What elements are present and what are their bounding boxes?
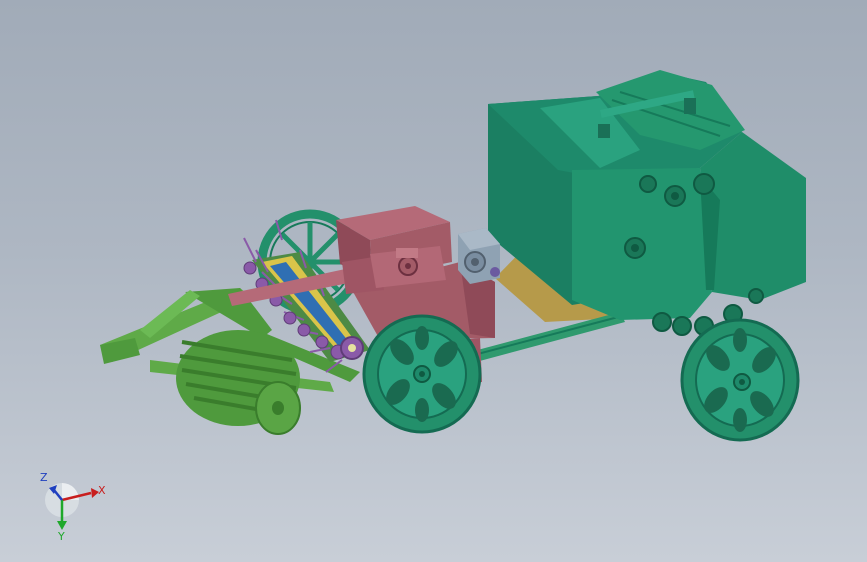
front-roller[interactable] xyxy=(176,330,301,435)
right-wheel[interactable] xyxy=(680,318,800,442)
coordinate-triad-icon: X Y Z xyxy=(40,471,106,540)
graphics-viewport[interactable]: X Y Z xyxy=(0,0,867,562)
left-wheel[interactable] xyxy=(362,314,482,434)
x-axis-label: X xyxy=(98,484,106,497)
3d-model-scene[interactable] xyxy=(0,0,867,562)
y-axis-label: Y xyxy=(57,530,65,540)
z-axis-label: Z xyxy=(40,471,48,484)
